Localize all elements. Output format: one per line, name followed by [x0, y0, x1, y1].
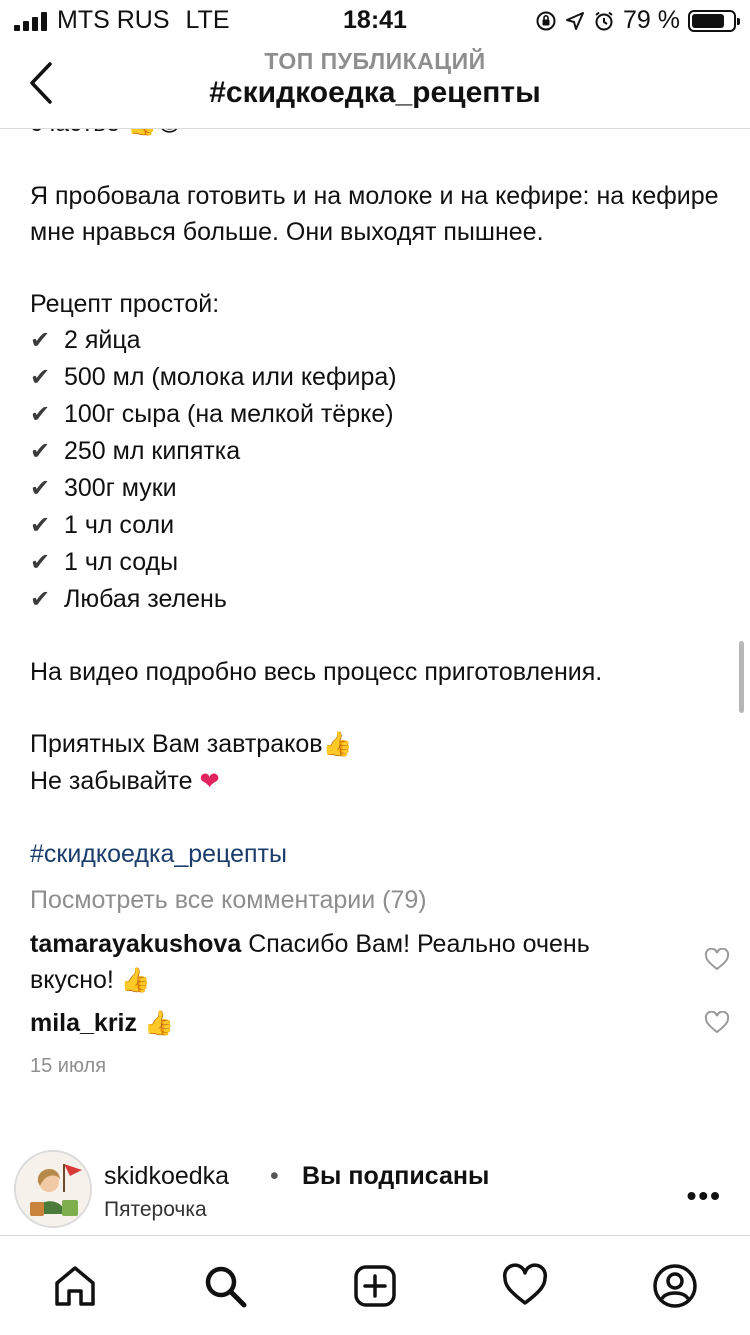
alarm-icon	[595, 11, 613, 30]
recipe-title: Рецепт простой:	[30, 290, 220, 318]
caption-paragraph: Я пробовала готовить и на молоке и на ке…	[30, 182, 726, 246]
ingredient-item: ✔ 300г муки	[30, 470, 730, 507]
checkmark-icon: ✔	[30, 586, 51, 613]
more-options-icon[interactable]: •••	[687, 1180, 722, 1212]
battery-icon	[688, 9, 740, 32]
thumbs-up-icon: 👍😄	[127, 129, 182, 137]
new-post-icon[interactable]	[351, 1262, 399, 1310]
video-note: На видео подробно весь процесс приготовл…	[30, 658, 603, 686]
ingredient-item: ✔ 1 чл соды	[30, 544, 730, 581]
profile-icon[interactable]	[651, 1262, 699, 1310]
post-caption: счастье 👍😄 Я пробовала готовить и на мол…	[30, 129, 730, 1084]
hashtag-link[interactable]: #скидкоедка_рецепты	[30, 836, 730, 872]
checkmark-icon: ✔	[30, 401, 51, 428]
caption-line-top: счастье	[30, 129, 120, 137]
status-right: 79 %	[535, 6, 740, 35]
thumbs-up-icon: 👍	[120, 967, 151, 994]
page-title: #скидкоедка_рецепты	[209, 76, 541, 109]
like-comment-heart-icon[interactable]	[704, 948, 730, 972]
tab-bar	[0, 1235, 750, 1335]
author-row: skidkoedka • Вы подписаны Пятерочка •••	[0, 1140, 750, 1235]
like-comment-heart-icon[interactable]	[704, 1011, 730, 1035]
ingredient-item: ✔ 500 мл (молока или кефира)	[30, 359, 730, 396]
search-icon[interactable]	[201, 1262, 249, 1310]
home-icon[interactable]	[51, 1262, 99, 1310]
ingredient-item: ✔ 100г сыра (на мелкой тёрке)	[30, 396, 730, 433]
thumbs-up-icon: 👍	[143, 1010, 174, 1037]
avatar[interactable]	[14, 1150, 92, 1228]
checkmark-icon: ✔	[30, 364, 51, 391]
status-bar: MTS RUS LTE 18:41 79 %	[0, 0, 750, 40]
location-arrow-icon	[566, 11, 585, 30]
thumbs-up-icon: 👍	[322, 731, 353, 758]
checkmark-icon: ✔	[30, 327, 51, 354]
ingredient-item: ✔ 1 чл соли	[30, 507, 730, 544]
comment: tamarayakushova Спасибо Вам! Реально оче…	[30, 926, 730, 999]
closing-line-1: Приятных Вам завтраков	[30, 730, 323, 758]
checkmark-icon: ✔	[30, 475, 51, 502]
checkmark-icon: ✔	[30, 549, 51, 576]
author-username[interactable]: skidkoedka	[104, 1162, 229, 1191]
orientation-lock-icon	[536, 11, 556, 30]
ingredient-item: ✔ 2 яйца	[30, 322, 730, 359]
comment: mila_kriz 👍	[30, 1005, 730, 1042]
header: ТОП ПУБЛИКАЦИЙ #скидкоедка_рецепты	[0, 40, 750, 129]
ingredient-list: ✔ 2 яйца ✔ 500 мл (молока или кефира) ✔ 100…	[30, 322, 730, 618]
checkmark-icon: ✔	[30, 438, 51, 465]
red-heart-icon: ❤	[199, 768, 220, 795]
view-all-comments-link[interactable]: Посмотреть все комментарии (79)	[30, 882, 730, 918]
scrollbar[interactable]	[739, 641, 744, 713]
avatar-illustration	[16, 1152, 90, 1226]
activity-heart-icon[interactable]	[501, 1262, 549, 1310]
battery-fill	[692, 13, 724, 28]
separator-dot: •	[270, 1162, 279, 1190]
following-status[interactable]: Вы подписаны	[302, 1162, 489, 1191]
comment-username[interactable]: mila_kriz	[30, 1009, 137, 1037]
checkmark-icon: ✔	[30, 512, 51, 539]
post-content[interactable]: счастье 👍😄 Я пробовала готовить и на мол…	[0, 129, 750, 1235]
ingredient-item: ✔ 250 мл кипятка	[30, 433, 730, 470]
comment-username[interactable]: tamarayakushova	[30, 930, 241, 958]
closing-line-2: Не забывайте	[30, 767, 193, 795]
header-subtitle: ТОП ПУБЛИКАЦИЙ	[264, 48, 486, 74]
ingredient-item: ✔ Любая зелень	[30, 581, 730, 618]
post-date: 15 июля	[30, 1055, 107, 1077]
battery-percent: 79 %	[623, 6, 680, 34]
post-location[interactable]: Пятерочка	[104, 1198, 207, 1222]
